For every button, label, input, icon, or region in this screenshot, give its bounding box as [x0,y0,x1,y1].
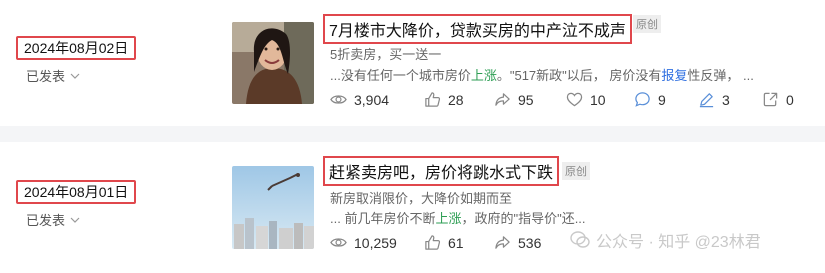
article-stats: 3,904 28 95 10 9 3 0 [330,91,794,108]
forwards-stat[interactable]: 0 [762,91,794,108]
eye-icon [330,238,347,247]
article-subtitle: 新房取消限价，大降价如期而至 [330,191,513,206]
chevron-down-icon [70,73,80,79]
publish-date: 2024年08月01日 [16,180,137,204]
pencil-icon [699,93,714,108]
thumbs-up-icon [425,235,441,250]
article-excerpt: ...没有任何一个城市房价上涨。"517新政"以后， 房价没有报复性反弹， ..… [330,68,754,83]
publish-status-label: 已发表 [26,213,66,228]
publish-status-dropdown[interactable]: 已发表 [26,210,80,229]
views-stat[interactable]: 10,259 [330,234,424,251]
share-arrow-icon [495,93,510,106]
thumbs-up-icon [425,92,441,107]
eye-icon [330,95,347,104]
edits-stat[interactable]: 3 [698,91,762,108]
comments-stat[interactable]: 9 [634,91,698,108]
original-badge: 原创 [633,15,661,33]
original-badge: 原创 [562,162,590,180]
chevron-down-icon [70,217,80,223]
wechat-icon [570,231,590,248]
article-row-1: 2024年08月02日 已发表 7月楼市大降价，贷款买房的中产泣不成声 原创 5… [0,0,825,126]
article-row-2: 2024年08月01日 已发表 赶紧卖房吧，房价将跳水式下跌 原创 新房取消限价… [0,142,825,273]
article-thumbnail[interactable] [232,22,314,104]
heart-icon [566,92,583,107]
publish-date: 2024年08月02日 [16,36,137,60]
favorites-stat[interactable]: 10 [566,91,634,108]
share-arrow-icon [495,236,510,249]
shares-stat[interactable]: 536 [494,234,541,251]
article-stats: 10,259 61 536 [330,234,541,251]
article-title-link[interactable]: 7月楼市大降价，贷款买房的中产泣不成声 [323,14,632,44]
views-stat[interactable]: 3,904 [330,91,424,108]
likes-stat[interactable]: 28 [424,91,494,108]
row-separator [0,126,825,142]
article-title-link[interactable]: 赶紧卖房吧，房价将跳水式下跌 [323,156,560,186]
forward-icon [763,92,778,107]
article-subtitle: 5折卖房，买一送一 [330,47,442,62]
publish-status-dropdown[interactable]: 已发表 [26,66,80,85]
publish-status-label: 已发表 [26,69,66,84]
shares-stat[interactable]: 95 [494,91,566,108]
likes-stat[interactable]: 61 [424,234,494,251]
article-thumbnail[interactable] [232,166,314,249]
comment-bubble-icon [635,92,650,107]
watermark: 公众号 · 知乎 @23林君 [570,228,761,252]
article-excerpt: ... 前几年房价不断上涨，政府的"指导价"还... [330,211,586,226]
